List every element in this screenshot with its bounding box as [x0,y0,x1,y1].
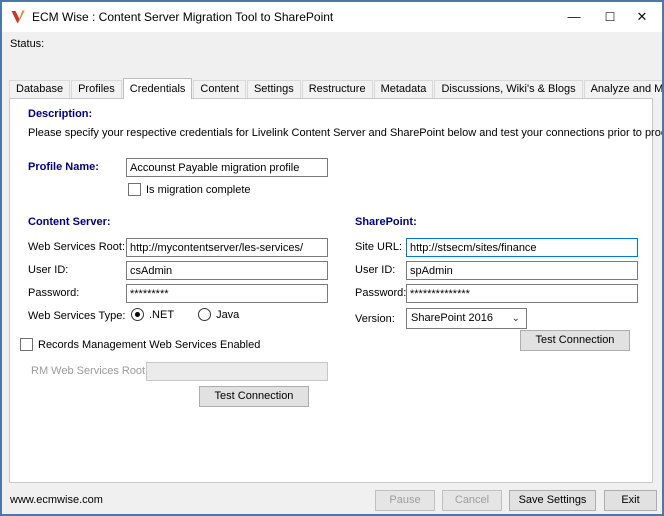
tab-metadata[interactable]: Metadata [374,80,434,98]
cs-ws-type-radio-group: .NET Java [131,308,239,321]
ws-type-java-radio[interactable]: Java [198,308,239,321]
tab-profiles[interactable]: Profiles [71,80,122,98]
ws-type-net-radio[interactable]: .NET [131,308,174,321]
sp-version-value: SharePoint 2016 [411,312,493,324]
pause-button: Pause [375,490,435,511]
chevron-down-icon: ⌄ [512,309,520,328]
sp-user-id-input[interactable] [406,261,638,280]
exit-button[interactable]: Exit [604,490,657,511]
profile-name-label: Profile Name: [28,161,99,173]
sp-test-connection-button[interactable]: Test Connection [520,330,630,351]
website-link[interactable]: www.ecmwise.com [10,494,103,506]
cs-test-connection-button[interactable]: Test Connection [199,386,309,407]
save-settings-button[interactable]: Save Settings [509,490,596,511]
sp-password-input[interactable] [406,284,638,303]
rm-web-services-checkbox[interactable]: Records Management Web Services Enabled [20,338,260,351]
sp-site-url-input[interactable] [406,238,638,257]
tab-settings[interactable]: Settings [247,80,301,98]
sp-user-id-label: User ID: [355,264,395,276]
close-button[interactable]: ✕ [626,2,658,32]
tab-credentials[interactable]: Credentials [123,78,193,99]
ws-type-java-label: Java [216,309,239,321]
cancel-button: Cancel [442,490,502,511]
rm-web-services-label: Records Management Web Services Enabled [38,339,260,351]
is-migration-complete-label: Is migration complete [146,184,251,196]
description-text: Please specify your respective credentia… [28,127,664,139]
cs-password-label: Password: [28,287,79,299]
ws-type-net-label: .NET [149,309,174,321]
credentials-tab-page: Description: Please specify your respect… [9,98,653,483]
maximize-button[interactable]: ☐ [594,2,626,32]
radio-selected-icon [131,308,144,321]
description-heading: Description: [28,108,92,120]
tab-content[interactable]: Content [193,80,246,98]
cs-ws-type-label: Web Services Type: [28,310,125,322]
tab-database[interactable]: Database [9,80,70,98]
cs-user-id-label: User ID: [28,264,68,276]
sp-version-dropdown[interactable]: SharePoint 2016 ⌄ [406,308,527,329]
tab-strip: Database Profiles Credentials Content Se… [9,78,664,99]
profile-name-input[interactable] [126,158,328,177]
tab-analyze-and-migrate[interactable]: Analyze and Migrate [584,80,664,98]
sharepoint-heading: SharePoint: [355,216,417,228]
checkbox-box-icon [128,183,141,196]
is-migration-complete-checkbox[interactable]: Is migration complete [128,183,251,196]
sp-version-label: Version: [355,313,395,325]
sp-site-url-label: Site URL: [355,241,402,253]
title-bar: ECM Wise : Content Server Migration Tool… [2,2,662,32]
content-server-heading: Content Server: [28,216,111,228]
rm-root-input [146,362,328,381]
app-logo-icon [10,9,26,25]
cs-web-services-root-label: Web Services Root: [28,241,125,253]
cs-user-id-input[interactable] [126,261,328,280]
minimize-button[interactable]: — [558,2,590,32]
radio-unselected-icon [198,308,211,321]
tab-restructure[interactable]: Restructure [302,80,373,98]
cs-web-services-root-input[interactable] [126,238,328,257]
tab-discussions-wikis-blogs[interactable]: Discussions, Wiki's & Blogs [434,80,582,98]
checkbox-box-icon [20,338,33,351]
app-window: ECM Wise : Content Server Migration Tool… [0,0,664,516]
rm-root-label: RM Web Services Root: [31,365,148,377]
sp-password-label: Password: [355,287,406,299]
window-title: ECM Wise : Content Server Migration Tool… [32,10,333,24]
cs-password-input[interactable] [126,284,328,303]
status-label: Status: [10,38,44,50]
